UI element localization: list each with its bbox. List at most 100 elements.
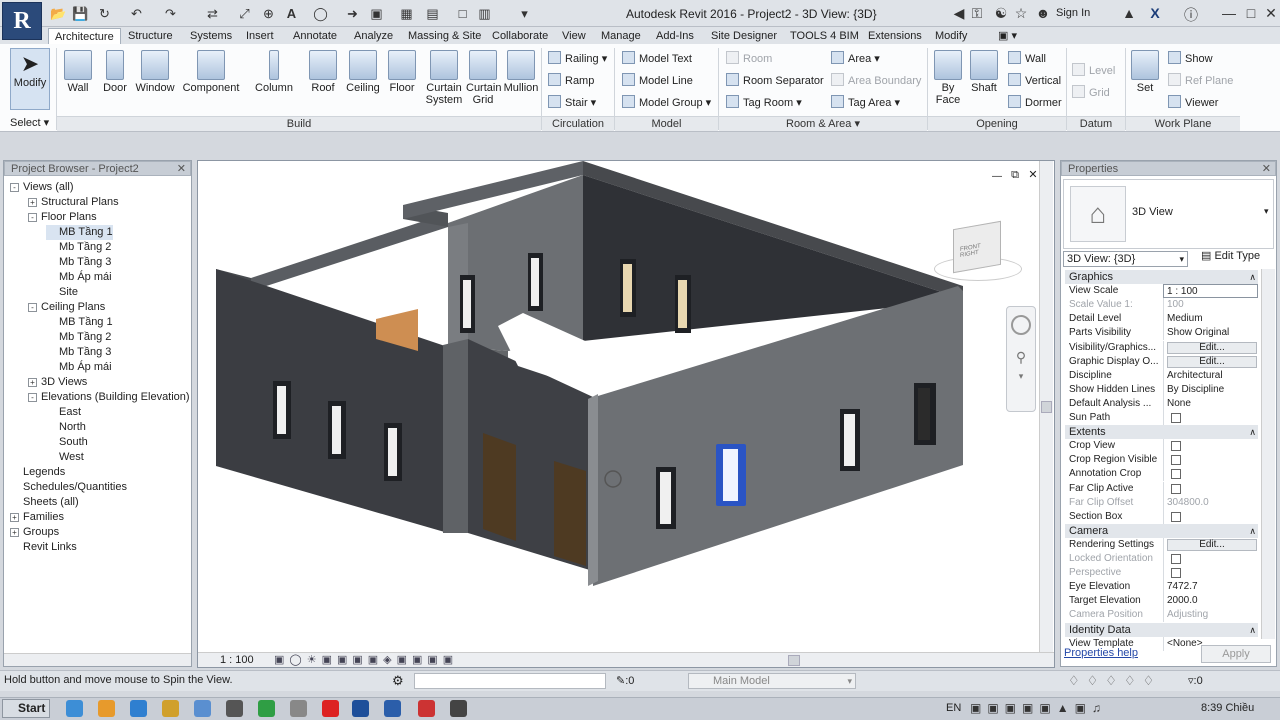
editing-requests[interactable]: ✎:0 (616, 674, 634, 687)
browser-item[interactable]: Site (46, 285, 78, 300)
excel-icon[interactable] (258, 700, 275, 717)
property-value[interactable] (1163, 439, 1258, 454)
measure-icon[interactable]: ⇄ (204, 5, 221, 22)
minimize-view-icon[interactable]: — (990, 171, 1004, 183)
scroll-thumb[interactable] (1041, 401, 1052, 413)
cart-icon[interactable]: ▲ (1120, 5, 1138, 21)
collapse-icon[interactable]: - (28, 213, 37, 222)
copy-icon[interactable]: □ (454, 5, 471, 22)
type-selector[interactable]: ⌂ 3D View ▾ (1063, 179, 1274, 249)
property-value[interactable]: Show Original (1163, 326, 1258, 341)
app-icon[interactable] (450, 700, 467, 717)
arrow-left-icon[interactable]: ◀ (950, 5, 968, 22)
explorer-icon[interactable] (162, 700, 179, 717)
vertical-opening-button[interactable]: Vertical (1008, 72, 1061, 90)
horizontal-scrollbar[interactable] (4, 653, 191, 666)
curtain-system-button[interactable]: Curtain System (424, 48, 464, 110)
property-checkbox[interactable] (1171, 511, 1181, 522)
expand-icon[interactable]: + (10, 513, 19, 522)
ribbon-minimize-toggle[interactable]: ▣ ▾ (992, 28, 1023, 44)
tag-room-button[interactable]: Tag Room ▾ (726, 94, 802, 112)
grid-button[interactable]: Grid (1072, 84, 1110, 102)
viewcube[interactable]: FRONT RIGHT (953, 220, 1001, 274)
browser-item[interactable]: MB Tầng 1 (46, 315, 113, 330)
tab-view[interactable]: View (556, 28, 592, 44)
help-icon[interactable]: ⓘ (1182, 5, 1200, 25)
property-value[interactable] (1163, 552, 1258, 566)
browser-item[interactable]: - Views (all) (10, 180, 74, 195)
tile-icon[interactable]: ▥ (476, 5, 493, 22)
dimension-icon[interactable]: ⤢ (236, 5, 253, 22)
room-area-panel-label[interactable]: Room & Area ▾ (719, 116, 927, 131)
3d-view-canvas[interactable]: — ⧉ ✕ FRONT RIGHT ⚲ ▾ 1 : 100 ▣◯☀▣▣▣▣◈▣▣… (197, 160, 1055, 668)
property-checkbox[interactable] (1171, 455, 1181, 466)
undo-icon[interactable]: ↶ (128, 5, 145, 22)
collapse-icon[interactable]: - (28, 303, 37, 312)
properties-help-link[interactable]: Properties help (1064, 647, 1138, 659)
tab-insert[interactable]: Insert (240, 28, 280, 44)
tab-collaborate[interactable]: Collaborate (486, 28, 554, 44)
autocad-icon[interactable] (418, 700, 435, 717)
user-icon[interactable]: ☻ (1034, 5, 1052, 21)
tab-extensions[interactable]: Extensions (862, 28, 928, 44)
browser-item[interactable]: Mb Tầng 3 (46, 255, 111, 270)
star-icon[interactable]: ☆ (1012, 5, 1030, 22)
ramp-button[interactable]: Ramp (548, 72, 594, 90)
tab-add-ins[interactable]: Add-Ins (650, 28, 700, 44)
firefox-icon[interactable] (98, 700, 115, 717)
shaft-button[interactable]: Shaft (968, 48, 1000, 110)
steering-wheel-icon[interactable] (1011, 315, 1031, 335)
property-value[interactable]: Architectural (1163, 368, 1258, 383)
property-value[interactable] (1163, 467, 1258, 482)
column-button[interactable]: Column (254, 48, 294, 110)
collapse-icon[interactable]: - (10, 183, 19, 192)
room-button[interactable]: Room (726, 50, 772, 68)
property-value[interactable]: Edit... (1163, 537, 1258, 552)
property-checkbox[interactable] (1171, 413, 1181, 423)
view-scale[interactable]: 1 : 100 (220, 654, 254, 666)
browser-item[interactable]: - Ceiling Plans (28, 300, 105, 315)
clock[interactable]: 8:39 Chiều (1201, 702, 1254, 714)
collapse-icon[interactable]: ∧ (1249, 425, 1256, 439)
switch-windows-icon[interactable]: ▤ (424, 5, 441, 22)
railing-button[interactable]: Railing ▾ (548, 50, 607, 68)
restore-view-icon[interactable]: ⧉ (1008, 169, 1022, 181)
maximize-icon[interactable]: □ (1242, 5, 1260, 21)
property-value[interactable]: 7472.7 (1163, 580, 1258, 595)
zoom-icon[interactable]: ⚲ (1013, 349, 1029, 365)
communication-icon[interactable]: ☯ (992, 5, 1010, 22)
language-indicator[interactable]: EN (946, 702, 961, 714)
tab-annotate[interactable]: Annotate (287, 28, 343, 44)
redo-icon[interactable]: ↷ (162, 5, 179, 22)
by-face-button[interactable]: By Face (932, 48, 964, 110)
model-text-button[interactable]: Model Text (622, 50, 692, 68)
browser-item[interactable]: +3D Views (28, 375, 87, 390)
media-icon[interactable] (194, 700, 211, 717)
dormer-button[interactable]: Dormer (1008, 94, 1062, 112)
browser-item[interactable]: MB Tầng 1 (46, 225, 113, 240)
filter-count[interactable]: ▿:0 (1188, 674, 1203, 687)
application-menu-button[interactable]: R (2, 2, 42, 40)
property-group[interactable]: Identity Data ∧ (1065, 622, 1258, 637)
stair-button[interactable]: Stair ▾ (548, 94, 596, 112)
status-input[interactable] (414, 673, 606, 689)
building-model[interactable] (198, 161, 1054, 653)
section-icon[interactable]: ➜ (344, 5, 361, 22)
browser-item[interactable]: Revit Links (10, 540, 77, 555)
exchange-apps-icon[interactable]: X (1146, 5, 1164, 21)
tray-icons[interactable]: ▣▣▣▣▣▲▣♫ (970, 701, 1107, 715)
property-checkbox[interactable] (1171, 483, 1181, 494)
model-group-button[interactable]: Model Group ▾ (622, 94, 711, 112)
browser-item[interactable]: Schedules/Quantities (10, 480, 127, 495)
text-icon[interactable]: A (283, 5, 300, 22)
tab-architecture[interactable]: Architecture (48, 28, 121, 45)
close-icon[interactable]: ✕ (1262, 5, 1280, 22)
save-icon[interactable]: 💾 (72, 5, 89, 22)
property-value[interactable]: Adjusting (1163, 608, 1258, 623)
browser-item[interactable]: - Floor Plans (28, 210, 97, 225)
edit-button[interactable]: Edit... (1167, 355, 1257, 368)
viewer-button[interactable]: Viewer (1168, 94, 1218, 112)
tab-systems[interactable]: Systems (184, 28, 238, 44)
revit-taskbar-icon[interactable] (352, 700, 369, 717)
tab-tools-4-bim[interactable]: TOOLS 4 BIM (784, 28, 865, 44)
